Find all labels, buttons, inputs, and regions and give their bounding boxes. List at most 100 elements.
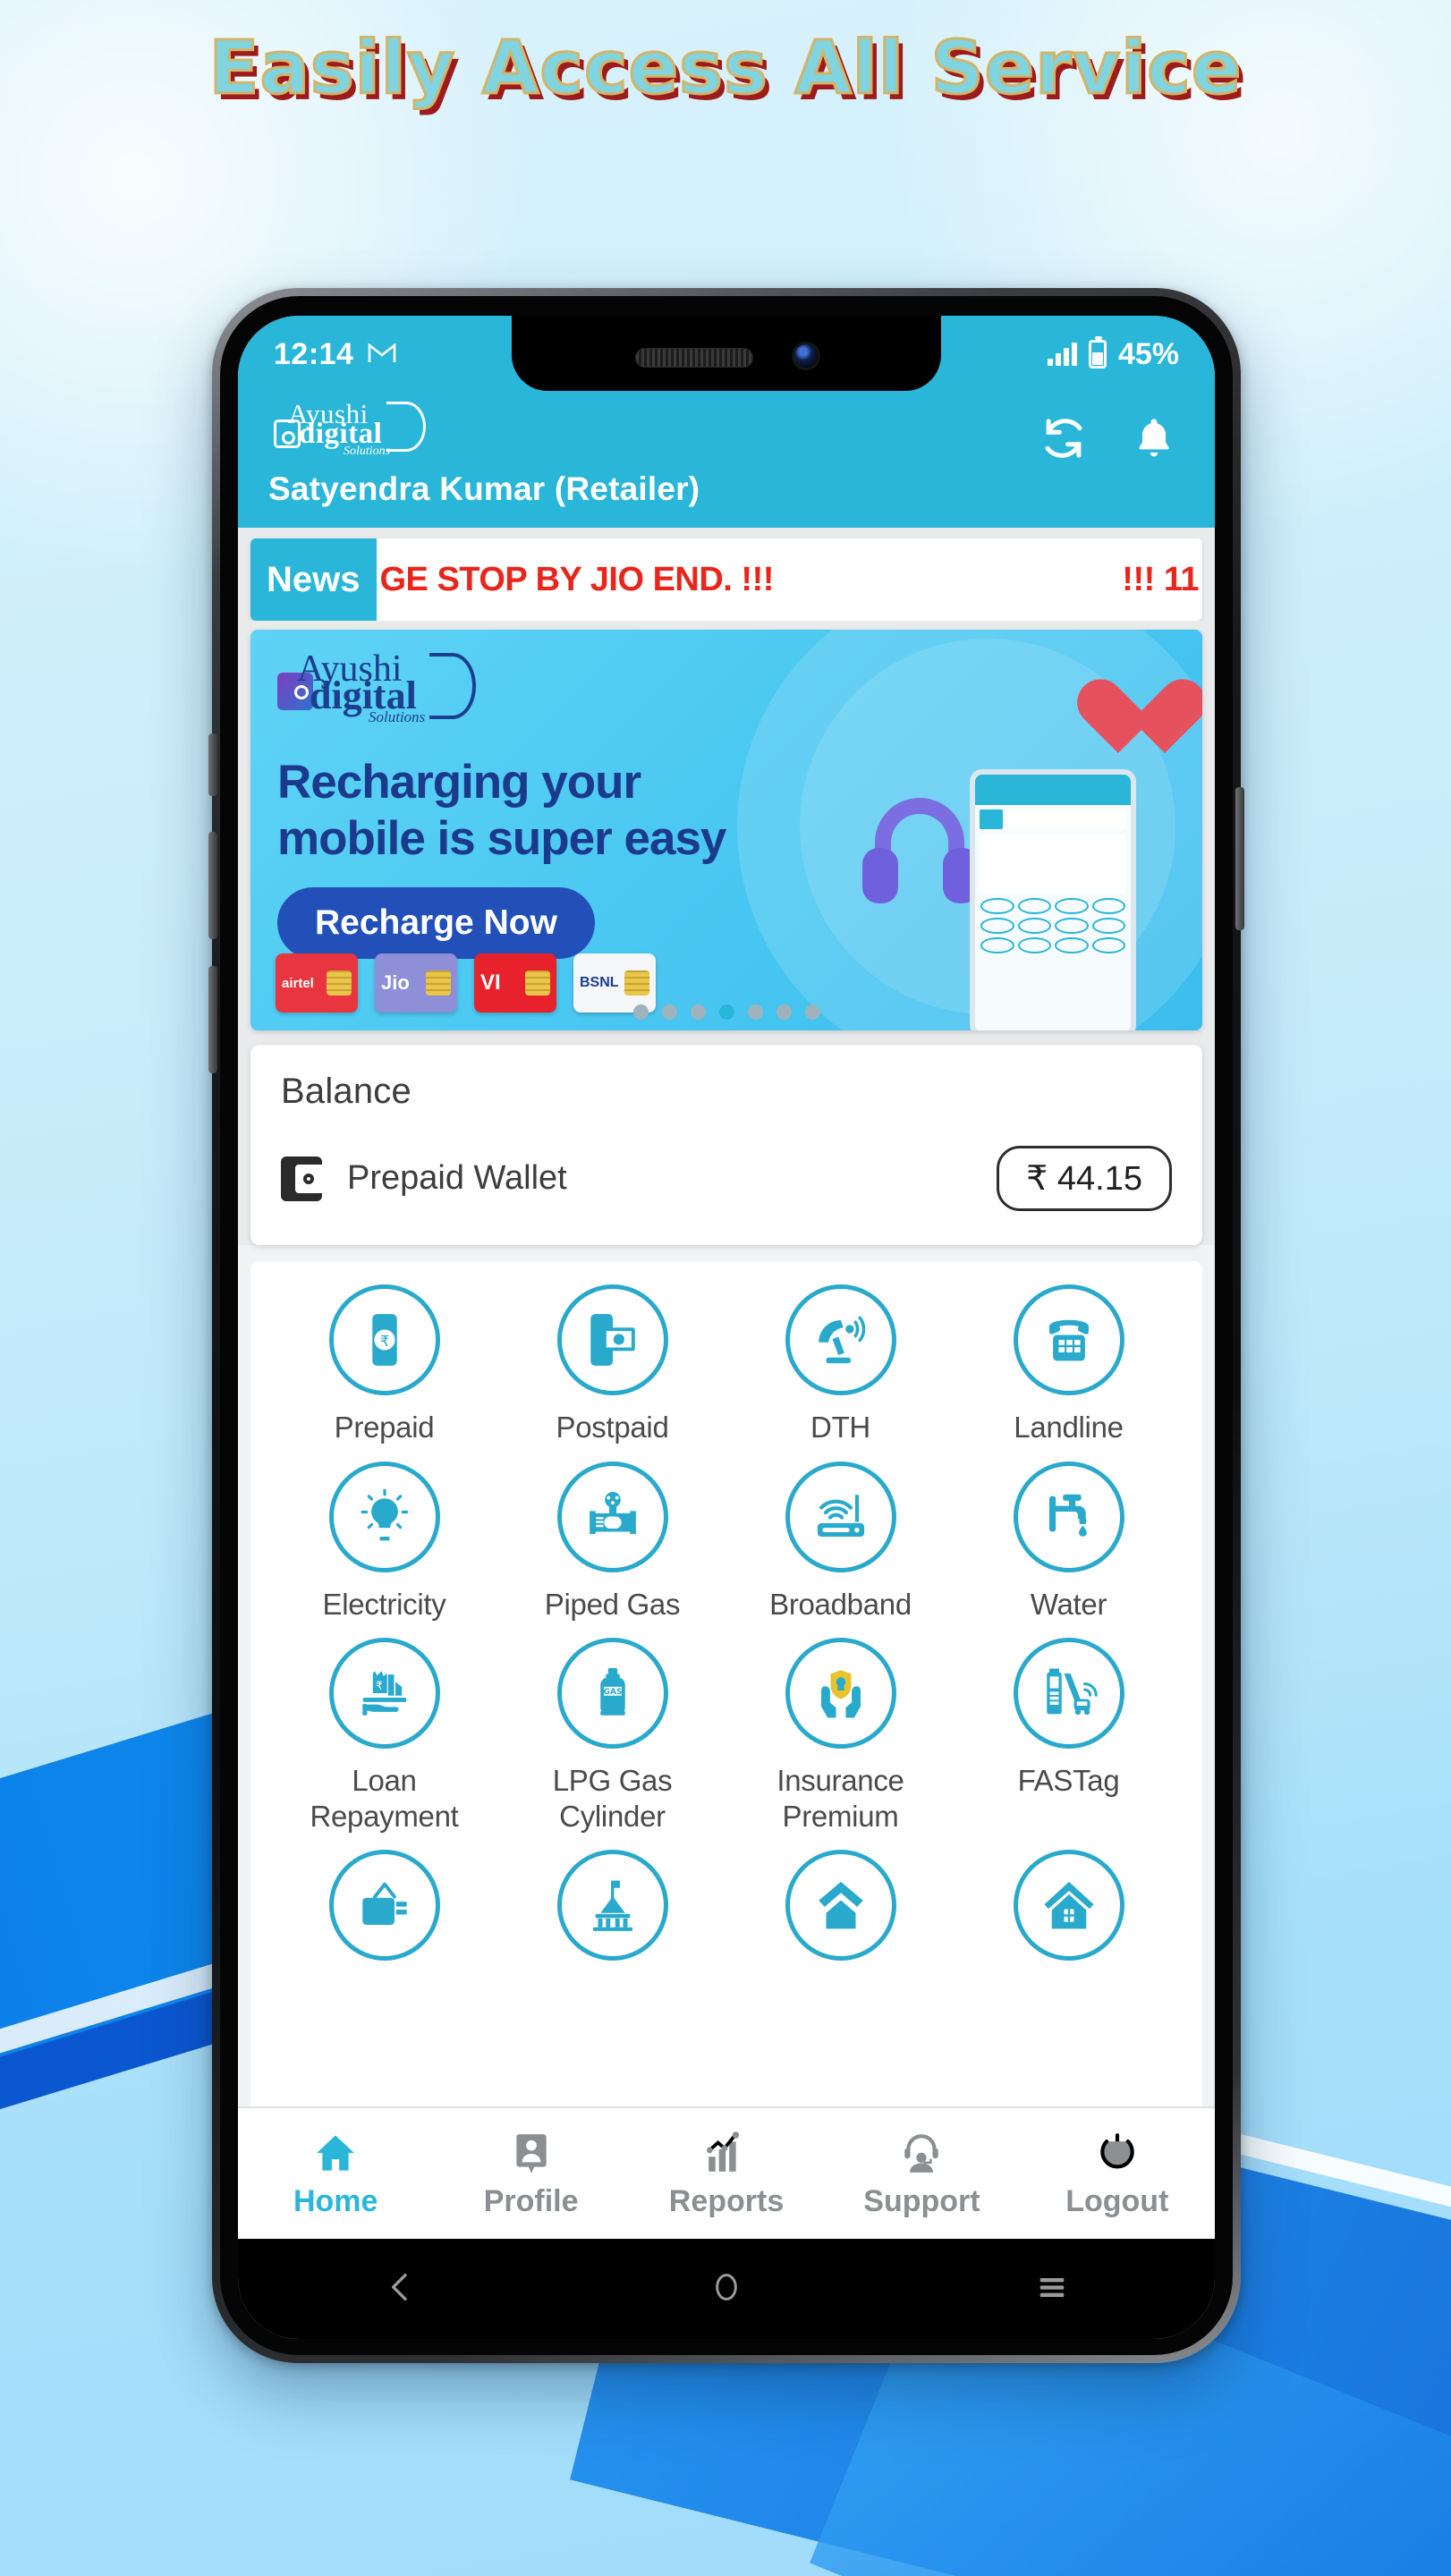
news-label: News: [250, 538, 377, 621]
prepaid-wallet-row[interactable]: Prepaid Wallet ₹ 44.15: [281, 1146, 1172, 1211]
phone-side-button-volume-up: [208, 832, 217, 939]
service-tile-dth[interactable]: DTH: [726, 1284, 955, 1445]
service-label: FASTag: [1017, 1764, 1120, 1798]
power-icon: [1093, 2129, 1141, 2177]
android-navigation-bar: [238, 2239, 1215, 2339]
app-header-actions: [1039, 398, 1184, 467]
carousel-dot[interactable]: [747, 1004, 763, 1020]
carousel-dot[interactable]: [690, 1004, 706, 1020]
nav-label: Support: [863, 2183, 980, 2218]
service-label: Water: [1030, 1587, 1107, 1621]
carousel-dot-active[interactable]: [718, 1004, 734, 1020]
tap-water-icon: [1013, 1461, 1124, 1572]
svg-text:₹: ₹: [379, 1333, 389, 1350]
phone-side-button-volume-down: [208, 966, 217, 1073]
banner-heading-line-2: mobile is super easy: [277, 811, 726, 865]
service-label: DTH: [810, 1411, 870, 1444]
phone-side-button-power: [1235, 787, 1244, 930]
wallet-label: Prepaid Wallet: [347, 1159, 567, 1197]
sim-label-vi: VI: [480, 970, 501, 995]
gas-pipe-icon: [556, 1461, 668, 1572]
phone-frame: 12:14 45% Ayushi digital Solutions Satye…: [212, 288, 1241, 2363]
page-title: Satyendra Kumar (Retailer): [268, 470, 700, 507]
service-label: Insurance Premium: [776, 1764, 904, 1833]
service-tile-municipality[interactable]: [498, 1850, 726, 1975]
nav-item-support[interactable]: Support: [824, 2129, 1019, 2219]
landline-phone-icon: [1013, 1284, 1124, 1395]
promo-headline: Easily Access All Service: [208, 26, 1243, 111]
service-tile-apartment[interactable]: [726, 1850, 955, 1975]
carousel-dot[interactable]: [632, 1004, 649, 1020]
balance-title: Balance: [281, 1072, 412, 1111]
mobile-bill-icon: [556, 1284, 668, 1395]
menu-lines-icon[interactable]: [1034, 2269, 1070, 2309]
service-tile-water[interactable]: Water: [955, 1461, 1183, 1623]
phone-mockup-icon: [970, 769, 1136, 1030]
service-tile-piped-gas[interactable]: Piped Gas: [498, 1461, 726, 1623]
banner-logo-swirl-icon: [429, 653, 476, 719]
status-bar: 12:14 45%: [238, 316, 1215, 393]
service-tile-fastag[interactable]: FASTag: [955, 1638, 1183, 1834]
signal-bars-icon: [1047, 343, 1077, 366]
logo-line-3: Solutions: [344, 445, 391, 458]
recharge-now-button[interactable]: Recharge Now: [277, 887, 595, 959]
home-icon: [311, 2129, 360, 2177]
sim-label-bsnl: BSNL: [580, 975, 619, 990]
battery-icon: [1088, 336, 1107, 369]
sim-label-airtel: airtel: [282, 975, 314, 991]
service-tile-prepaid[interactable]: ₹ Prepaid: [270, 1284, 498, 1445]
wallet-icon: [281, 1156, 322, 1201]
carousel-dots[interactable]: [250, 1004, 1202, 1020]
news-ticker[interactable]: News GE STOP BY JIO END. !!! !!! 11: [250, 538, 1202, 621]
status-bar-left: 12:14: [238, 337, 396, 372]
app-logo: Ayushi digital Solutions: [268, 398, 438, 458]
sim-chip-icon: [327, 970, 352, 996]
service-label: Piped Gas: [544, 1587, 681, 1621]
news-ticker-body: GE STOP BY JIO END. !!! !!! 11: [377, 538, 1203, 621]
service-tile-landline[interactable]: Landline: [955, 1284, 1183, 1445]
carousel-dot[interactable]: [661, 1004, 677, 1020]
nav-item-logout[interactable]: Logout: [1020, 2129, 1215, 2219]
service-tile-postpaid[interactable]: Postpaid: [498, 1284, 726, 1445]
phone-screen: 12:14 45% Ayushi digital Solutions Satye…: [238, 316, 1215, 2339]
profile-icon: [507, 2129, 556, 2177]
balance-section: Balance Prepaid Wallet ₹ 44.15: [238, 1030, 1215, 1245]
gmail-icon: [368, 341, 396, 369]
refresh-icon[interactable]: [1039, 414, 1088, 467]
service-label: Loan Repayment: [310, 1764, 459, 1833]
back-chevron-icon[interactable]: [383, 2269, 419, 2309]
service-tile-house-rent[interactable]: [955, 1850, 1183, 1975]
bottom-navigation: Home Profile Reports Support Logout: [238, 2106, 1215, 2239]
service-tile-broadband[interactable]: Broadband: [726, 1461, 955, 1623]
earpiece-speaker-icon: [635, 348, 753, 368]
service-label: Landline: [1014, 1411, 1124, 1444]
phone-side-button-mute: [208, 733, 217, 796]
mobile-rupee-icon: ₹: [328, 1284, 440, 1395]
app-header-top-row: Ayushi digital Solutions: [268, 398, 1184, 467]
service-tile-loan-repayment[interactable]: ₹ Loan Repayment: [270, 1638, 498, 1834]
balance-card: Balance Prepaid Wallet ₹ 44.15: [250, 1045, 1202, 1245]
status-bar-right: 45%: [1047, 336, 1179, 372]
service-tile-lpg-gas-cylinder[interactable]: GAS LPG Gas Cylinder: [498, 1638, 726, 1834]
news-text-tail: !!! 11: [1122, 560, 1199, 598]
nav-label: Home: [293, 2183, 378, 2218]
bell-icon[interactable]: [1131, 415, 1177, 466]
home-circle-icon[interactable]: [709, 2269, 744, 2309]
service-tile-insurance-premium[interactable]: Insurance Premium: [726, 1638, 955, 1834]
carousel-dot[interactable]: [804, 1004, 820, 1020]
nav-item-profile[interactable]: Profile: [433, 2129, 628, 2219]
promo-banner[interactable]: Ayushi digital Solutions Recharging your…: [250, 630, 1202, 1030]
services-grid-section: ₹ Prepaid Postpaid DTH Landline Electric…: [250, 1261, 1202, 2106]
banner-heading-line-1: Recharging your: [277, 756, 641, 809]
nav-item-home[interactable]: Home: [238, 2129, 433, 2219]
service-tile-cable-tv[interactable]: [270, 1850, 498, 1975]
service-tile-electricity[interactable]: Electricity: [270, 1461, 498, 1623]
support-icon: [897, 2129, 946, 2177]
gas-cylinder-icon: GAS: [556, 1638, 668, 1750]
banner-carousel-section: Ayushi digital Solutions Recharging your…: [238, 621, 1215, 1030]
satellite-dish-icon: [785, 1284, 896, 1395]
wallet-amount-badge: ₹ 44.15: [997, 1146, 1172, 1211]
nav-item-reports[interactable]: Reports: [629, 2129, 824, 2219]
status-time: 12:14: [274, 336, 354, 371]
carousel-dot[interactable]: [776, 1004, 792, 1020]
